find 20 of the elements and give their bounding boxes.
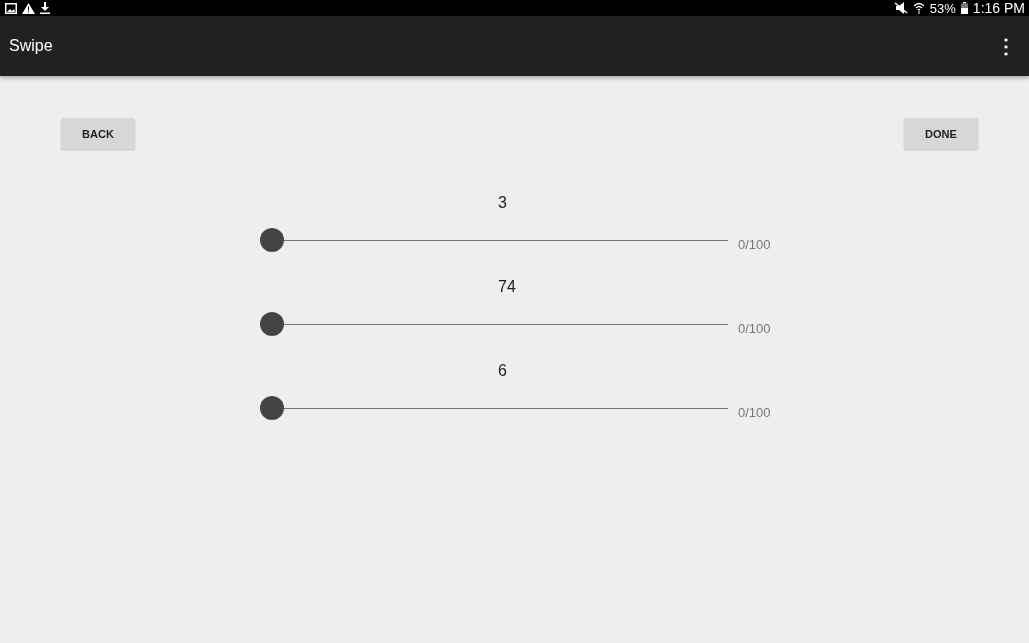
slider-reading: 0/100 [738, 236, 771, 252]
done-button[interactable]: DONE [904, 118, 978, 149]
download-icon [40, 2, 50, 14]
slider-value: 6 [498, 362, 507, 380]
clock-time: 1:16 PM [972, 0, 1025, 16]
slider-reading: 0/100 [738, 320, 771, 336]
slider-reading: 0/100 [738, 404, 771, 420]
wifi-icon [912, 2, 925, 14]
mute-icon [893, 2, 908, 14]
slider[interactable] [260, 312, 728, 336]
slider-value: 74 [498, 278, 516, 296]
battery-percent: 53% [929, 0, 956, 16]
overflow-menu-button[interactable]: ⋮ [993, 34, 1019, 58]
image-icon [5, 2, 17, 14]
app-title: Swipe [9, 37, 53, 55]
slider[interactable] [260, 396, 728, 420]
battery-icon [960, 2, 968, 14]
slider-value: 3 [498, 194, 507, 212]
back-button[interactable]: BACK [61, 118, 135, 149]
slider[interactable] [260, 228, 728, 252]
